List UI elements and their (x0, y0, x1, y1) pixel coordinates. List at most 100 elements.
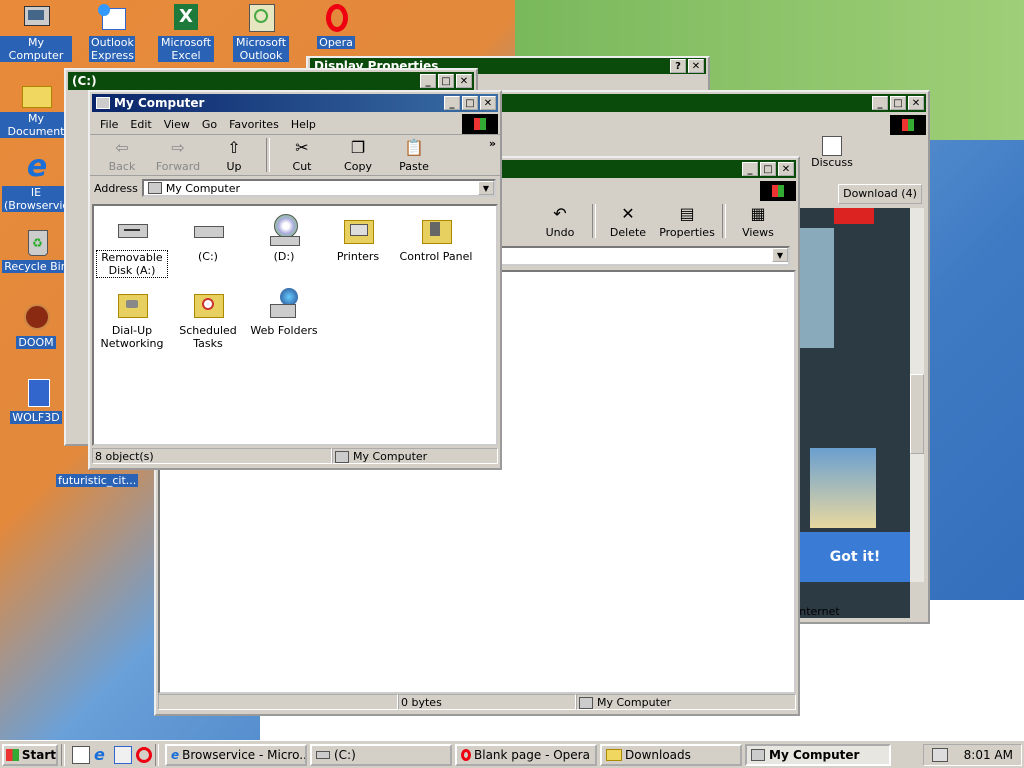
desktop-icon-outlook[interactable]: Microsoft Outlook (225, 2, 297, 62)
item-removable-disk[interactable]: Removable Disk (A:) (96, 214, 168, 278)
desktop-icon-recycle-bin[interactable]: ♻ Recycle Bin (0, 226, 72, 273)
close-button[interactable]: ✕ (908, 96, 924, 110)
maximize-button[interactable]: □ (462, 96, 478, 110)
paste-button[interactable]: 📋 Paste (386, 138, 442, 175)
toolbar-separator (592, 204, 596, 238)
opera-icon (461, 748, 471, 761)
doom-icon (20, 302, 52, 334)
views-button[interactable]: ▦ Views (730, 204, 786, 241)
desktop-icon-outlook-express[interactable]: Outlook Express (76, 2, 148, 62)
item-d-drive[interactable]: (D:) (248, 214, 320, 263)
close-button[interactable]: ✕ (456, 74, 472, 88)
menu-view[interactable]: View (158, 118, 196, 131)
item-c-drive[interactable]: (C:) (172, 214, 244, 263)
desktop-icon-ie[interactable]: e IE (Browservice) (0, 152, 80, 212)
browser-menubar (492, 114, 928, 136)
c-drive-statusbar: 0 bytes My Computer (158, 694, 796, 712)
delete-button[interactable]: ✕ Delete (600, 204, 656, 241)
task-opera[interactable]: Blank page - Opera (455, 743, 597, 766)
chevron-down-icon[interactable]: ▼ (772, 248, 788, 262)
vertical-scrollbar[interactable] (910, 208, 924, 582)
help-button[interactable]: ? (670, 59, 686, 73)
menu-edit[interactable]: Edit (124, 118, 157, 131)
toolbar-separator (266, 138, 270, 172)
item-printers[interactable]: Printers (322, 214, 394, 263)
desktop-icon-opera[interactable]: Opera (300, 2, 372, 49)
address-field[interactable]: My Computer ▼ (141, 179, 496, 197)
up-button[interactable]: ⇧ Up (206, 138, 262, 175)
dial-up-networking-icon (116, 288, 148, 320)
task-my-computer[interactable]: My Computer (745, 743, 891, 766)
maximize-button[interactable]: □ (890, 96, 906, 110)
maximize-button[interactable]: □ (760, 162, 776, 176)
item-web-folders[interactable]: Web Folders (248, 288, 320, 337)
desktop-icon-my-documents[interactable]: My Document (0, 78, 72, 138)
desktop-icon-my-computer[interactable]: My Computer (0, 2, 72, 62)
scheduler-tray-icon[interactable] (931, 747, 948, 762)
c-drive-2-titlebar[interactable]: (C:) _ □ ✕ (68, 72, 474, 90)
my-computer-content[interactable]: Removable Disk (A:) (C:) (D:) Printers C… (92, 204, 498, 446)
windows-logo-icon (462, 114, 498, 134)
status-zone: Internet (796, 605, 840, 618)
outlook-icon (245, 2, 277, 34)
taskbar: Start e e Browservice - Micro... (C:) Bla… (0, 740, 1024, 768)
task-browservice[interactable]: e Browservice - Micro... (165, 743, 307, 766)
menu-go[interactable]: Go (196, 118, 223, 131)
forward-button[interactable]: ⇨ Forward (150, 138, 206, 175)
folder-icon (20, 78, 52, 110)
toolbar-more-icon[interactable]: » (489, 137, 496, 150)
close-button[interactable]: ✕ (480, 96, 496, 110)
desktop-icon-doom[interactable]: DOOM (0, 302, 72, 349)
minimize-button[interactable]: _ (420, 74, 436, 88)
scroll-thumb[interactable] (910, 374, 924, 454)
ie-icon[interactable]: e (94, 746, 110, 763)
status-count: 8 object(s) (92, 448, 332, 464)
undo-icon: ↶ (553, 204, 567, 223)
close-button[interactable]: ✕ (688, 59, 704, 73)
my-computer-window: My Computer _ □ ✕ File Edit View Go Favo… (88, 90, 502, 470)
windows-logo-icon (760, 181, 796, 201)
minimize-button[interactable]: _ (872, 96, 888, 110)
system-tray: 8:01 AM (922, 743, 1022, 766)
item-scheduled-tasks[interactable]: Scheduled Tasks (172, 288, 244, 350)
start-button[interactable]: Start (2, 743, 58, 766)
discuss-button[interactable]: Discuss (802, 136, 862, 169)
computer-icon (751, 748, 765, 761)
item-control-panel[interactable]: Control Panel (396, 214, 476, 263)
close-button[interactable]: ✕ (778, 162, 794, 176)
clock[interactable]: 8:01 AM (964, 748, 1013, 762)
outlook-express-icon[interactable] (114, 745, 132, 764)
back-button[interactable]: ⇦ Back (94, 138, 150, 175)
chevron-down-icon[interactable]: ▼ (478, 181, 494, 195)
scissors-icon: ✂ (295, 138, 309, 157)
minimize-button[interactable]: _ (444, 96, 460, 110)
menu-file[interactable]: File (94, 118, 124, 131)
delete-icon: ✕ (621, 204, 635, 223)
show-desktop-icon[interactable] (72, 745, 90, 764)
taskbar-separator (61, 743, 65, 766)
undo-button[interactable]: ↶ Undo (532, 204, 588, 241)
my-computer-titlebar[interactable]: My Computer _ □ ✕ (92, 94, 498, 112)
c-address-field[interactable]: ▼ (498, 246, 790, 266)
desktop-icon-futuristic-city[interactable]: futuristic_cit... (56, 472, 139, 487)
menu-help[interactable]: Help (285, 118, 322, 131)
minimize-button[interactable]: _ (742, 162, 758, 176)
c-drive-toolbar: ↶ Undo ✕ Delete ▤ Properties ▦ Views (532, 204, 786, 241)
maximize-button[interactable]: □ (438, 74, 454, 88)
browser-titlebar[interactable]: _ □ ✕ (494, 94, 926, 112)
opera-icon[interactable] (136, 746, 152, 763)
cut-button[interactable]: ✂ Cut (274, 138, 330, 175)
item-dial-up-networking[interactable]: Dial-Up Networking (96, 288, 168, 350)
download-button[interactable]: Download (4) (838, 184, 922, 204)
properties-button[interactable]: ▤ Properties (656, 204, 718, 241)
task-c-drive[interactable]: (C:) (310, 743, 452, 766)
folder-icon (606, 748, 622, 761)
task-downloads[interactable]: Downloads (600, 743, 742, 766)
menu-favorites[interactable]: Favorites (223, 118, 285, 131)
computer-icon (20, 2, 52, 34)
desktop-icon-wolf3d[interactable]: WOLF3D (0, 377, 72, 424)
copy-button[interactable]: ❐ Copy (330, 138, 386, 175)
status-location: My Computer (332, 448, 498, 464)
desktop-icon-excel[interactable]: X Microsoft Excel (150, 2, 222, 62)
got-it-button[interactable]: Got it! (800, 532, 910, 582)
